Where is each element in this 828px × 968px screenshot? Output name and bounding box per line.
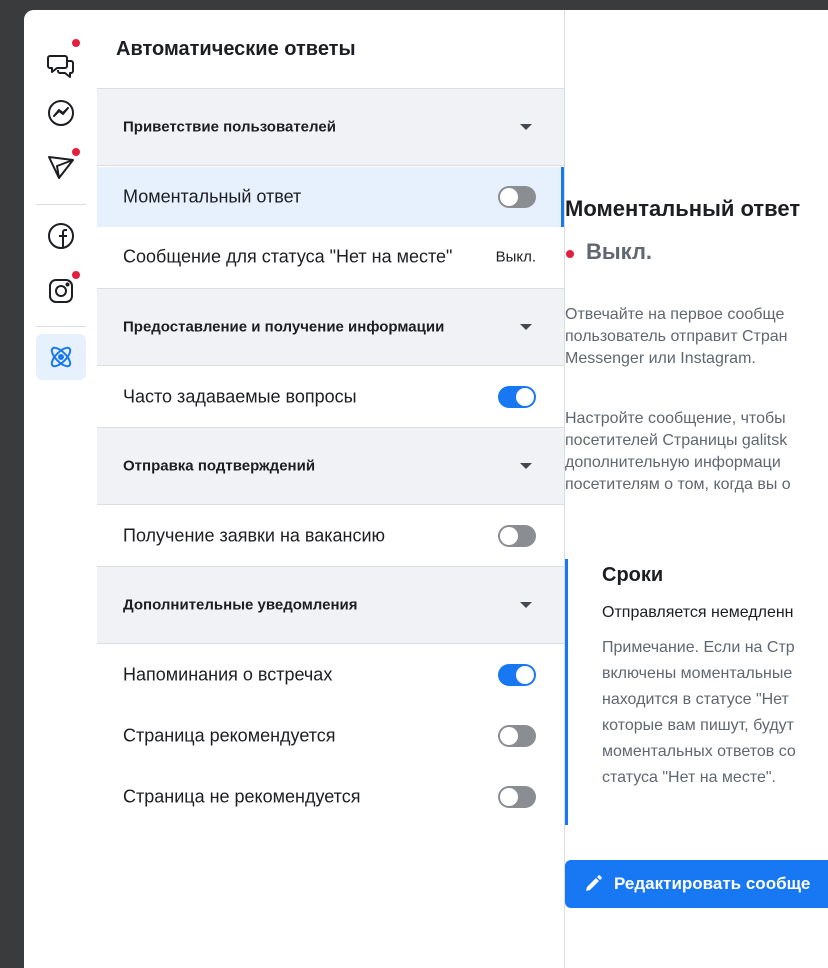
icon-rail — [24, 10, 96, 968]
caret-down-icon[interactable] — [520, 463, 532, 469]
note-line: находится в статусе "Нет — [602, 691, 789, 708]
setup-line: посетителей Страницы galitsk — [565, 432, 788, 449]
list-title: Автоматические ответы — [116, 38, 356, 60]
row-faq[interactable]: Часто задаваемые вопросы — [97, 367, 564, 427]
timing-block: Сроки Отправляется немедленн Примечание.… — [565, 559, 828, 825]
setup-paragraph: Настройте сообщение, чтобы посетителей С… — [565, 408, 828, 496]
caret-down-icon[interactable] — [520, 324, 532, 330]
row-appointment-reminders[interactable]: Напоминания о встречах — [97, 645, 564, 705]
detail-title: Моментальный ответ — [565, 196, 801, 221]
faq-toggle[interactable] — [498, 386, 536, 408]
description-line: Отвечайте на первое сообще — [565, 306, 785, 323]
selected-indicator — [561, 167, 564, 227]
row-label: Часто задаваемые вопросы — [123, 386, 357, 407]
caret-down-icon[interactable] — [520, 602, 532, 608]
timing-note: Примечание. Если на Стр включены момента… — [602, 635, 796, 791]
row-page-recommended[interactable]: Страница рекомендуется — [97, 706, 564, 766]
page-not-recommended-toggle[interactable] — [498, 786, 536, 808]
note-line: Примечание. Если на Стр — [602, 639, 795, 656]
away-status-text: Выкл. — [495, 248, 536, 266]
app-window: Автоматические ответы Приветствие пользо… — [24, 10, 828, 968]
note-line: которые вам пишут, будут — [602, 717, 795, 734]
atom-icon[interactable] — [36, 334, 86, 380]
edit-button-label: Редактировать сообще — [614, 874, 811, 893]
instant-reply-toggle[interactable] — [498, 186, 536, 208]
setup-line: посетителям о том, когда вы о — [565, 476, 791, 493]
appointment-reminders-toggle[interactable] — [498, 664, 536, 686]
section-label: Дополнительные уведомления — [123, 596, 358, 614]
row-label: Получение заявки на вакансию — [123, 525, 386, 546]
section-label: Приветствие пользователей — [123, 118, 336, 136]
row-label: Напоминания о встречах — [123, 664, 333, 685]
description-line: пользователь отправит Стран — [565, 328, 788, 345]
setup-line: дополнительную информаци — [565, 454, 781, 471]
section-notifications[interactable]: Дополнительные уведомления — [97, 566, 564, 644]
rail-divider — [36, 326, 86, 327]
setup-line: Настройте сообщение, чтобы — [565, 410, 786, 427]
note-line: моментальных ответов со — [602, 743, 796, 760]
page-recommended-toggle[interactable] — [498, 725, 536, 747]
row-label: Страница не рекомендуется — [123, 786, 361, 807]
status-dot — [566, 250, 574, 258]
edit-message-button[interactable]: Редактировать сообще — [565, 860, 828, 908]
inbox-chat-icon[interactable] — [36, 42, 86, 88]
notification-dot — [72, 271, 80, 279]
row-job-application[interactable]: Получение заявки на вакансию — [97, 506, 564, 566]
row-away-message[interactable]: Сообщение для статуса "Нет на месте" Вык… — [97, 227, 564, 287]
timing-value: Отправляется немедленн — [602, 604, 794, 621]
notification-dot — [72, 148, 80, 156]
timing-title: Сроки — [602, 564, 664, 586]
note-line: статуса "Нет на месте". — [602, 769, 776, 786]
row-page-not-recommended[interactable]: Страница не рекомендуется — [97, 767, 564, 827]
row-instant-reply[interactable]: Моментальный ответ — [97, 167, 564, 227]
status-text: Выкл. — [586, 239, 653, 264]
section-label: Предоставление и получение информации — [123, 318, 445, 336]
section-label: Отправка подтверждений — [123, 457, 316, 475]
row-label: Моментальный ответ — [123, 186, 302, 207]
section-information[interactable]: Предоставление и получение информации — [97, 288, 564, 366]
detail-pane: Моментальный ответ Выкл. Отвечайте на пе… — [565, 10, 828, 968]
section-confirmations[interactable]: Отправка подтверждений — [97, 427, 564, 505]
note-line: включены моментальные — [602, 665, 793, 682]
row-label: Сообщение для статуса "Нет на месте" — [123, 246, 453, 267]
job-application-toggle[interactable] — [498, 525, 536, 547]
pencil-icon — [586, 875, 602, 891]
facebook-icon[interactable] — [36, 213, 86, 259]
rail-divider — [36, 204, 86, 205]
automation-list: Автоматические ответы Приветствие пользо… — [97, 10, 564, 968]
caret-down-icon[interactable] — [520, 124, 532, 130]
description-line: Messenger или Instagram. — [565, 350, 756, 367]
description-paragraph: Отвечайте на первое сообще пользователь … — [565, 304, 828, 370]
row-label: Страница рекомендуется — [123, 725, 336, 746]
messenger-icon[interactable] — [36, 90, 86, 136]
notification-dot — [72, 39, 80, 47]
section-greeting[interactable]: Приветствие пользователей — [97, 88, 564, 166]
